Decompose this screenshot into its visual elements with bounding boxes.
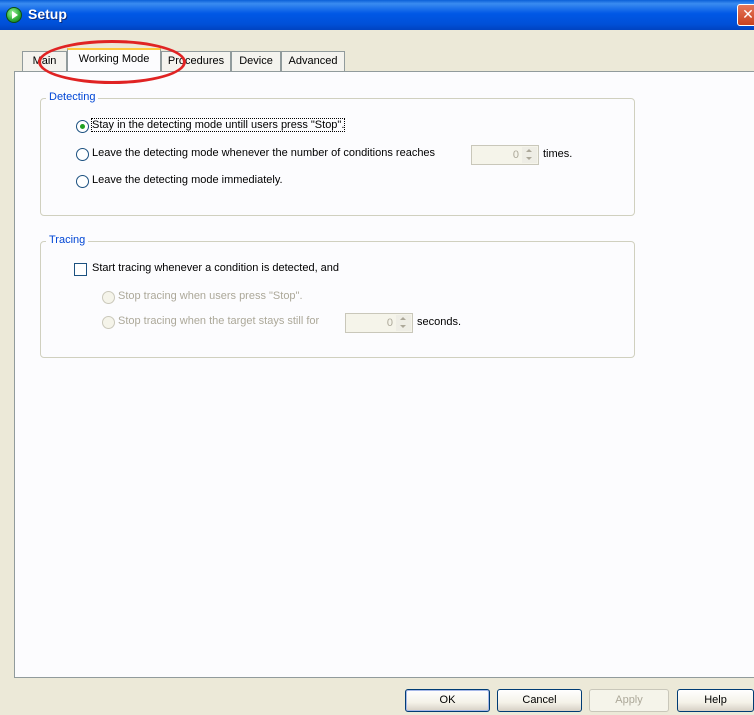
- label-stop-on-users[interactable]: Stop tracing when users press "Stop".: [118, 290, 303, 302]
- close-button[interactable]: ✕: [737, 4, 754, 26]
- window-title: Setup: [28, 6, 67, 22]
- label-start-tracing[interactable]: Start tracing whenever a condition is de…: [92, 262, 339, 274]
- tab-advanced[interactable]: Advanced: [281, 51, 345, 71]
- label-stay-detecting[interactable]: Stay in the detecting mode untill users …: [90, 118, 346, 132]
- checkbox-start-tracing[interactable]: [74, 263, 87, 276]
- detecting-group-title: Detecting: [46, 91, 99, 103]
- label-times: times.: [543, 148, 573, 160]
- conditions-count-stepper[interactable]: 0: [471, 145, 539, 165]
- label-stop-when-still[interactable]: Stop tracing when the target stays still…: [118, 315, 319, 327]
- radio-leave-on-count[interactable]: [76, 148, 89, 161]
- tab-device[interactable]: Device: [231, 51, 281, 71]
- radio-stop-on-users[interactable]: [102, 291, 115, 304]
- still-seconds-stepper[interactable]: 0: [345, 313, 413, 333]
- setup-window: Setup ✕ Main Working Mode Procedures Dev…: [0, 0, 754, 715]
- spin-down-icon[interactable]: [522, 155, 537, 163]
- ok-button[interactable]: OK: [405, 689, 490, 712]
- still-seconds-value: 0: [386, 317, 393, 329]
- tab-main[interactable]: Main: [22, 51, 67, 71]
- title-bar[interactable]: Setup ✕: [0, 0, 754, 30]
- tracing-group-title: Tracing: [46, 234, 89, 246]
- label-seconds: seconds.: [417, 316, 462, 328]
- apply-button[interactable]: Apply: [589, 689, 669, 712]
- radio-stop-when-still[interactable]: [102, 316, 115, 329]
- label-leave-immediately[interactable]: Leave the detecting mode immediately.: [92, 174, 283, 186]
- label-leave-on-count[interactable]: Leave the detecting mode whenever the nu…: [92, 147, 435, 159]
- conditions-count-value: 0: [512, 149, 519, 161]
- spin-up-icon[interactable]: [396, 315, 411, 323]
- app-icon: [6, 7, 22, 23]
- radio-leave-immediately[interactable]: [76, 175, 89, 188]
- cancel-button[interactable]: Cancel: [497, 689, 582, 712]
- tab-procedures[interactable]: Procedures: [161, 51, 231, 71]
- spin-up-icon[interactable]: [522, 147, 537, 155]
- tab-working-mode[interactable]: Working Mode: [67, 48, 161, 71]
- help-button[interactable]: Help: [677, 689, 754, 712]
- radio-stay-detecting[interactable]: [76, 120, 89, 133]
- spin-down-icon[interactable]: [396, 323, 411, 331]
